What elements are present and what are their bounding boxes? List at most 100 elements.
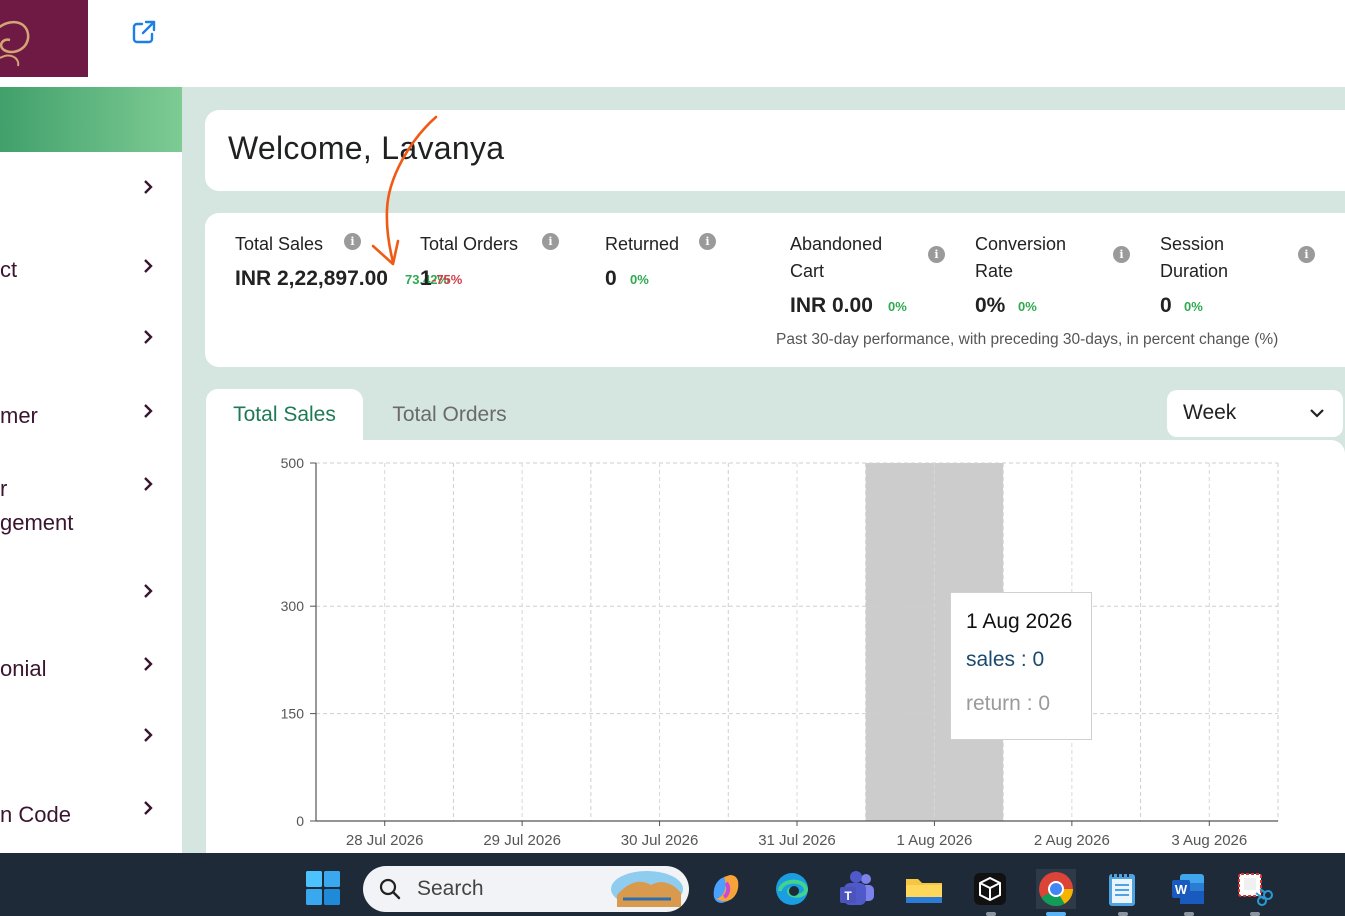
stat-change: -75%	[432, 272, 463, 287]
stat-label: Returned	[605, 234, 680, 254]
sidebar-item-8[interactable]	[0, 727, 182, 757]
x-tick-label: 2 Aug 2026	[1034, 832, 1110, 849]
search-icon	[379, 878, 401, 900]
info-icon[interactable]: i	[344, 233, 361, 250]
sidebar-item-order-management[interactable]: r gement	[0, 472, 182, 542]
stat-total-orders: Total Orders	[420, 231, 518, 258]
tooltip-date: 1 Aug 2026	[966, 610, 1073, 633]
tab-total-orders[interactable]: Total Orders	[372, 389, 527, 441]
stats-footnote: Past 30-day performance, with preceding …	[776, 331, 1279, 348]
sidebar-item-label: onial	[0, 656, 47, 681]
chevron-right-icon	[144, 801, 153, 815]
stat-change: 0%	[1018, 299, 1037, 314]
edge-icon[interactable]	[772, 869, 812, 909]
running-indicator	[1184, 912, 1194, 916]
chevron-right-icon	[144, 180, 153, 194]
sidebar-item-testimonial[interactable]: onial	[0, 652, 182, 688]
tooltip-sales: sales : 0	[966, 648, 1045, 671]
x-tick-label: 29 Jul 2026	[483, 832, 561, 849]
stat-total-sales: Total Sales	[235, 231, 323, 258]
taskbar: Search T W	[0, 853, 1345, 916]
info-icon[interactable]: i	[699, 233, 716, 250]
chrome-icon[interactable]	[1036, 869, 1076, 909]
active-indicator	[1046, 912, 1066, 916]
x-tick-label: 28 Jul 2026	[346, 832, 424, 849]
taskbar-search[interactable]: Search	[363, 866, 689, 912]
chevron-right-icon	[144, 584, 153, 598]
running-indicator	[986, 912, 996, 916]
copilot-icon[interactable]	[706, 869, 746, 909]
chevron-right-icon	[144, 728, 153, 742]
stat-label: Session Duration	[1160, 234, 1229, 281]
stat-abandoned-cart: Abandoned Cart	[790, 231, 882, 285]
running-indicator	[1118, 912, 1128, 916]
sidebar-item-6[interactable]	[0, 583, 182, 613]
page-title: Welcome, Lavanya	[228, 130, 505, 166]
chevron-right-icon	[144, 330, 153, 344]
info-icon[interactable]: i	[542, 233, 559, 250]
stat-change: 0%	[630, 272, 649, 287]
search-highlight-image	[611, 871, 683, 907]
top-bar	[0, 0, 1345, 87]
snipping-tool-icon[interactable]	[1234, 869, 1274, 909]
info-icon[interactable]: i	[1113, 246, 1130, 263]
chevron-right-icon	[144, 657, 153, 671]
x-tick-label: 31 Jul 2026	[758, 832, 836, 849]
logo-flourish	[0, 21, 30, 67]
sidebar-item-coupon-code[interactable]: n Code	[0, 798, 182, 834]
main-content: Welcome, Lavanya Total Sales i INR 2,22,…	[182, 87, 1345, 853]
sidebar-item-3[interactable]	[0, 329, 182, 359]
stats-card: Total Sales i INR 2,22,897.00 73.42% Tot…	[205, 213, 1345, 367]
app-icon[interactable]	[970, 869, 1010, 909]
sidebar-item-product[interactable]: ct	[0, 253, 182, 289]
teams-icon[interactable]: T	[838, 869, 878, 909]
sidebar-item-label: r gement	[0, 476, 74, 535]
x-tick-label: 1 Aug 2026	[896, 832, 972, 849]
stat-value: 1	[420, 267, 432, 290]
external-link-icon[interactable]	[130, 18, 158, 46]
stat-label: Abandoned Cart	[790, 234, 883, 281]
stat-session-duration: Session Duration	[1160, 231, 1228, 285]
chevron-down-icon	[1310, 409, 1324, 418]
sales-chart: 0 150 300 500 28 Jul 2026 29 Jul 2026 30 Jul 2…	[206, 440, 1345, 853]
svg-text:T: T	[844, 889, 852, 903]
windows-start-icon[interactable]	[305, 870, 341, 906]
chart-tooltip: 1 Aug 2026 sales : 0 return : 0	[950, 592, 1092, 740]
running-indicator	[1250, 912, 1260, 916]
file-explorer-icon[interactable]	[904, 869, 944, 909]
chevron-right-icon	[144, 404, 153, 418]
sidebar: ct mer r gement onial n Code	[0, 87, 182, 853]
x-tick-label: 3 Aug 2026	[1171, 832, 1247, 849]
tab-total-sales[interactable]: Total Sales	[206, 389, 363, 441]
chevron-right-icon	[144, 259, 153, 273]
y-tick-label: 0	[296, 813, 304, 829]
stat-label: Total Orders	[420, 234, 519, 254]
stat-change: 0%	[888, 299, 907, 314]
x-tick-label: 30 Jul 2026	[621, 832, 699, 849]
brand-logo[interactable]	[0, 0, 88, 77]
stat-change: 0%	[1184, 299, 1203, 314]
stat-returned: Returned	[605, 231, 679, 258]
chart-canvas: 0 150 300 500 28 Jul 2026 29 Jul 2026 30 Jul 2…	[281, 455, 1279, 849]
svg-text:W: W	[1175, 882, 1188, 897]
sidebar-item-label: mer	[0, 403, 38, 428]
sidebar-item-label: n Code	[0, 802, 71, 827]
search-label: Search	[417, 877, 484, 900]
stat-label: Conversion Rate	[975, 234, 1067, 281]
tooltip-return: return : 0	[966, 692, 1051, 715]
info-icon[interactable]: i	[1298, 246, 1315, 263]
sidebar-item-1[interactable]	[0, 179, 182, 209]
stat-conversion-rate: Conversion Rate	[975, 231, 1066, 285]
period-select-value: Week	[1183, 401, 1237, 424]
y-tick-label: 300	[281, 598, 305, 614]
notepad-icon[interactable]	[1102, 869, 1142, 909]
sidebar-item-label: ct	[0, 257, 18, 282]
sidebar-item-customer[interactable]: mer	[0, 399, 182, 435]
sidebar-item-active[interactable]	[0, 87, 182, 152]
stat-value: INR 0.00	[790, 294, 873, 317]
stat-value: 0	[605, 267, 617, 290]
stat-label: Total Sales	[235, 234, 324, 254]
period-select[interactable]: Week	[1167, 390, 1343, 437]
info-icon[interactable]: i	[928, 246, 945, 263]
word-icon[interactable]: W	[1168, 869, 1208, 909]
